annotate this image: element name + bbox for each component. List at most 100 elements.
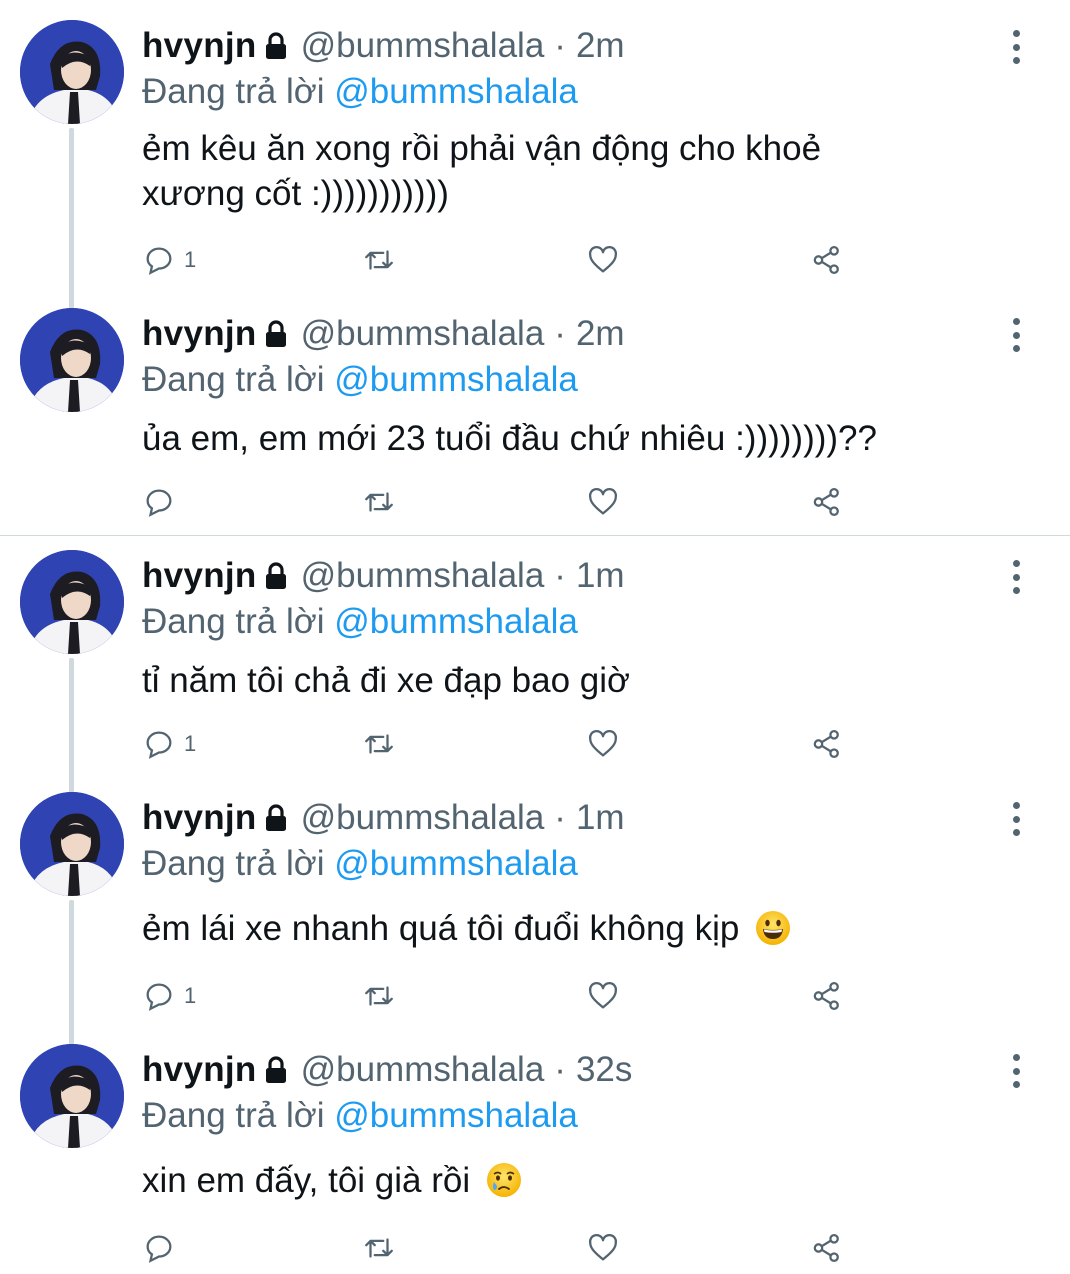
reply-icon bbox=[146, 983, 172, 1011]
retweet-button[interactable] bbox=[362, 976, 396, 1016]
replying-to: Đang trả lời @bummshalala bbox=[142, 844, 578, 884]
avatar[interactable] bbox=[20, 1044, 124, 1148]
tweet-text: ẻm kêu ăn xong rồi phải vận động cho kho… bbox=[142, 126, 922, 216]
retweet-button[interactable] bbox=[362, 482, 396, 522]
mention-link[interactable]: @bummshalala bbox=[334, 72, 578, 111]
tweet-actions: 1 bbox=[142, 240, 902, 280]
retweet-icon bbox=[365, 986, 393, 1006]
mention-link[interactable]: @bummshalala bbox=[334, 1096, 578, 1135]
avatar[interactable] bbox=[20, 792, 124, 896]
reply-button[interactable]: 1 bbox=[142, 724, 196, 764]
more-vertical-icon[interactable] bbox=[1004, 30, 1028, 64]
tweet-actions: 1 bbox=[142, 724, 902, 764]
separator-dot: · bbox=[554, 556, 566, 595]
separator-dot: · bbox=[554, 1050, 566, 1089]
reply-button[interactable]: 1 bbox=[142, 240, 196, 280]
reply-button[interactable] bbox=[142, 1228, 184, 1268]
replying-prefix: Đang trả lời bbox=[142, 1096, 325, 1135]
share-icon bbox=[813, 729, 839, 759]
share-button[interactable] bbox=[810, 976, 844, 1016]
timestamp[interactable]: 32s bbox=[576, 1050, 632, 1090]
tweet-text-content: tỉ năm tôi chả đi xe đạp bao giờ bbox=[142, 661, 630, 700]
more-vertical-icon[interactable] bbox=[1004, 1054, 1028, 1088]
tweet[interactable]: hvynjn @bummshalala · 1m Đang trả lời @b… bbox=[0, 530, 1070, 774]
lock-icon bbox=[265, 320, 286, 347]
heart-icon bbox=[588, 487, 618, 515]
retweet-button[interactable] bbox=[362, 240, 396, 280]
reply-count: 1 bbox=[184, 983, 197, 1008]
replying-prefix: Đang trả lời bbox=[142, 602, 325, 641]
retweet-icon bbox=[365, 492, 393, 512]
share-button[interactable] bbox=[810, 482, 844, 522]
tweet-text-content: ủa em, em mới 23 tuổi đầu chứ nhiêu :)))… bbox=[142, 419, 877, 458]
timestamp[interactable]: 2m bbox=[576, 26, 625, 66]
tweet-text-content: ẻm lái xe nhanh quá tôi đuổi không kịp bbox=[142, 909, 740, 948]
display-name[interactable]: hvynjn bbox=[142, 798, 257, 838]
reply-icon bbox=[146, 247, 172, 275]
mention-link[interactable]: @bummshalala bbox=[334, 360, 578, 399]
like-button[interactable] bbox=[586, 1228, 620, 1268]
mention-link[interactable]: @bummshalala bbox=[334, 602, 578, 641]
tweet[interactable]: hvynjn @bummshalala · 1m Đang trả lời @b… bbox=[0, 772, 1070, 1024]
timestamp[interactable]: 1m bbox=[576, 798, 625, 838]
retweet-button[interactable] bbox=[362, 724, 396, 764]
reply-icon bbox=[146, 489, 172, 517]
replying-to: Đang trả lời @bummshalala bbox=[142, 602, 578, 642]
mention-link[interactable]: @bummshalala bbox=[334, 844, 578, 883]
like-button[interactable] bbox=[586, 976, 620, 1016]
tweet-text: ẻm lái xe nhanh quá tôi đuổi không kịp bbox=[142, 906, 962, 951]
user-handle[interactable]: @bummshalala bbox=[301, 798, 545, 838]
share-icon bbox=[813, 487, 839, 517]
separator-dot: · bbox=[554, 314, 566, 353]
replying-to: Đang trả lời @bummshalala bbox=[142, 72, 578, 112]
retweet-icon bbox=[365, 250, 393, 270]
replying-prefix: Đang trả lời bbox=[142, 360, 325, 399]
tweet-text-content: xin em đấy, tôi già rồi bbox=[142, 1161, 471, 1200]
tweet-actions bbox=[142, 1228, 902, 1268]
user-handle[interactable]: @bummshalala bbox=[301, 1050, 545, 1090]
grinning-face-emoji bbox=[756, 911, 791, 945]
timestamp[interactable]: 1m bbox=[576, 556, 625, 596]
heart-icon bbox=[588, 1233, 618, 1261]
share-button[interactable] bbox=[810, 724, 844, 764]
reply-count: 1 bbox=[184, 247, 197, 272]
tweet[interactable]: hvynjn @bummshalala · 2m Đang trả lời @b… bbox=[0, 288, 1070, 534]
display-name[interactable]: hvynjn bbox=[142, 1050, 257, 1090]
share-icon bbox=[813, 1233, 839, 1263]
tweet[interactable]: hvynjn @bummshalala · 32s Đang trả lời @… bbox=[0, 1024, 1070, 1274]
share-icon bbox=[813, 981, 839, 1011]
reply-icon bbox=[146, 1235, 172, 1263]
reply-button[interactable]: 1 bbox=[142, 976, 196, 1016]
timestamp[interactable]: 2m bbox=[576, 314, 625, 354]
like-button[interactable] bbox=[586, 724, 620, 764]
user-handle[interactable]: @bummshalala bbox=[301, 556, 545, 596]
reply-count: 1 bbox=[184, 731, 197, 756]
retweet-button[interactable] bbox=[362, 1228, 396, 1268]
avatar[interactable] bbox=[20, 550, 124, 654]
avatar[interactable] bbox=[20, 20, 124, 124]
lock-icon bbox=[265, 804, 286, 831]
user-handle[interactable]: @bummshalala bbox=[301, 26, 545, 66]
like-button[interactable] bbox=[586, 240, 620, 280]
like-button[interactable] bbox=[586, 482, 620, 522]
share-button[interactable] bbox=[810, 240, 844, 280]
tweet-header: hvynjn @bummshalala · 1m bbox=[142, 556, 625, 596]
tweet-header: hvynjn @bummshalala · 2m bbox=[142, 26, 625, 66]
tweet[interactable]: hvynjn @bummshalala · 2m Đang trả lời @b… bbox=[0, 0, 1070, 290]
replying-to: Đang trả lời @bummshalala bbox=[142, 1096, 578, 1136]
more-vertical-icon[interactable] bbox=[1004, 318, 1028, 352]
more-vertical-icon[interactable] bbox=[1004, 802, 1028, 836]
display-name[interactable]: hvynjn bbox=[142, 556, 257, 596]
share-button[interactable] bbox=[810, 1228, 844, 1268]
tweet-actions: 1 bbox=[142, 976, 902, 1016]
more-vertical-icon[interactable] bbox=[1004, 560, 1028, 594]
display-name[interactable]: hvynjn bbox=[142, 26, 257, 66]
display-name[interactable]: hvynjn bbox=[142, 314, 257, 354]
separator-dot: · bbox=[554, 26, 566, 65]
replying-to: Đang trả lời @bummshalala bbox=[142, 360, 578, 400]
reply-button[interactable] bbox=[142, 482, 184, 522]
lock-icon bbox=[265, 562, 286, 589]
user-handle[interactable]: @bummshalala bbox=[301, 314, 545, 354]
avatar[interactable] bbox=[20, 308, 124, 412]
retweet-icon bbox=[365, 1238, 393, 1258]
